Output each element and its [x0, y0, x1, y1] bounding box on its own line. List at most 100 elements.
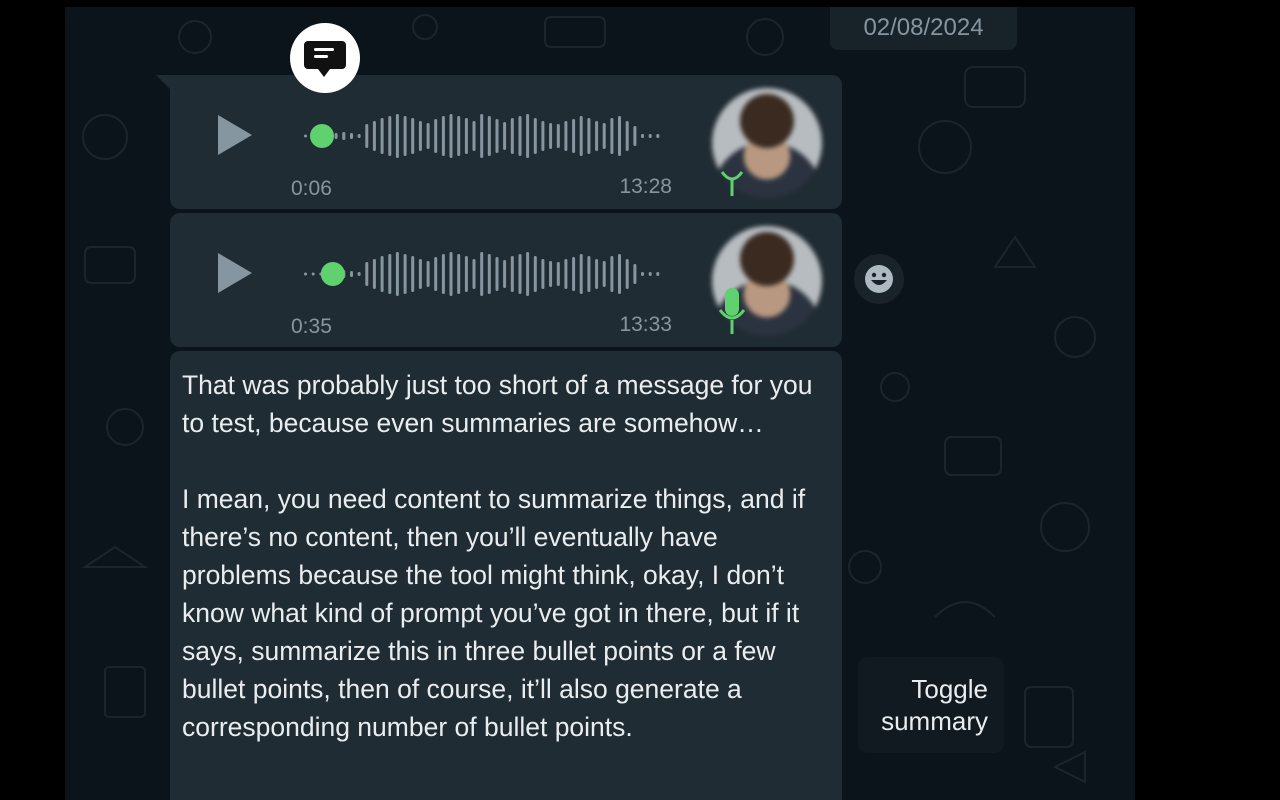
waveform-bar — [449, 252, 453, 296]
waveform-bar — [503, 260, 507, 288]
waveform-bar — [549, 261, 553, 287]
waveform-bar — [350, 133, 353, 139]
waveform-bar — [372, 121, 376, 151]
waveform-bar — [464, 256, 468, 292]
waveform-bar — [487, 116, 491, 156]
waveform-bar — [618, 254, 621, 294]
waveform-bar — [618, 116, 621, 156]
waveform-bar — [418, 121, 422, 151]
play-icon[interactable] — [212, 113, 256, 157]
waveform-bar — [411, 118, 415, 154]
waveform-bar — [411, 256, 415, 292]
voice-duration: 0:35 — [291, 315, 332, 338]
waveform-bar — [357, 134, 361, 138]
waveform-bar — [495, 119, 499, 153]
waveform-bar — [441, 116, 445, 156]
waveform-bar — [587, 256, 591, 292]
waveform-bar — [518, 254, 522, 294]
waveform-bar — [426, 123, 430, 149]
tooltip-label: Toggle summary — [881, 674, 988, 736]
waveform-bar — [426, 261, 430, 287]
waveform-bar — [380, 256, 384, 292]
waveform-bar — [304, 272, 307, 276]
waveform-bar — [602, 261, 606, 287]
waveform-bar — [503, 122, 507, 150]
waveform-bar — [541, 259, 545, 289]
waveform-bar — [434, 119, 438, 153]
waveform-bar — [464, 118, 468, 154]
react-button[interactable] — [854, 254, 904, 304]
waveform-bar — [579, 116, 583, 156]
message-time: 13:33 — [619, 313, 672, 336]
waveform-bar — [564, 259, 568, 289]
waveform-bar — [395, 252, 399, 296]
playhead-knob[interactable] — [320, 262, 345, 286]
waveform-bar — [518, 116, 522, 156]
waveform-bar — [556, 124, 560, 148]
waveform-bar — [633, 126, 637, 146]
waveform-bar — [572, 119, 576, 153]
microphone-icon — [718, 288, 746, 334]
waveform-bar — [533, 118, 537, 154]
waveform-bar — [648, 134, 652, 138]
waveform-bar — [572, 257, 576, 291]
microphone-icon — [720, 171, 744, 196]
waveform-bar — [641, 134, 644, 138]
waveform-bar — [441, 254, 445, 294]
waveform-bar — [357, 272, 361, 276]
waveform-bar — [372, 259, 376, 289]
waveform-bar — [487, 254, 491, 294]
chat-pane: 02/08/2024 0:06 13:28 0:35 13:33 That wa… — [65, 7, 1135, 800]
waveform-bar — [480, 252, 484, 296]
waveform-bar — [595, 259, 599, 289]
waveform-bar — [625, 121, 629, 151]
waveform-bar — [388, 254, 392, 294]
voice-message-bubble: 0:35 13:33 — [170, 213, 842, 347]
text-message-bubble: That was probably just too short of a me… — [170, 351, 842, 800]
waveform-bar — [472, 259, 476, 289]
waveform-bar — [434, 257, 438, 291]
waveform-bar — [304, 134, 307, 138]
waveform-bar — [403, 116, 407, 156]
waveform-bar — [610, 118, 614, 154]
waveform-bar — [365, 262, 369, 286]
waveform-bar — [395, 114, 399, 158]
waveform-bar — [526, 252, 530, 296]
waveform-bar — [350, 271, 353, 277]
waveform-bar — [541, 121, 545, 151]
emoji-smiley-icon — [865, 265, 893, 293]
waveform-bar — [602, 123, 606, 149]
waveform-bar — [388, 116, 392, 156]
voice-duration: 0:06 — [291, 177, 332, 200]
waveform-bar — [549, 123, 553, 149]
waveform[interactable] — [304, 111, 664, 161]
waveform-bar — [457, 116, 461, 156]
waveform-bar — [365, 124, 369, 148]
waveform-bar — [587, 118, 591, 154]
waveform-bar — [311, 272, 315, 276]
waveform-bar — [510, 256, 514, 292]
playhead-knob[interactable] — [310, 124, 334, 148]
waveform-bar — [526, 114, 530, 158]
waveform-bar — [656, 134, 660, 138]
waveform-bar — [533, 256, 537, 292]
date-chip: 02/08/2024 — [830, 7, 1017, 50]
waveform-bar — [495, 257, 499, 291]
waveform-bar — [380, 118, 384, 154]
voice-message-bubble: 0:06 13:28 — [156, 75, 842, 209]
waveform-bar — [564, 121, 568, 151]
waveform-bar — [633, 264, 637, 284]
waveform-bar — [510, 118, 514, 154]
play-icon[interactable] — [212, 251, 256, 295]
waveform[interactable] — [304, 249, 664, 299]
waveform-bar — [457, 254, 461, 294]
waveform-bar — [556, 262, 560, 286]
waveform-bar — [480, 114, 484, 158]
summary-button[interactable] — [290, 23, 360, 93]
waveform-bar — [610, 256, 614, 292]
waveform-bar — [641, 272, 644, 276]
waveform-bar — [625, 259, 629, 289]
waveform-bar — [403, 254, 407, 294]
toggle-summary-tooltip: Toggle summary — [858, 657, 1004, 753]
waveform-bar — [449, 114, 453, 158]
